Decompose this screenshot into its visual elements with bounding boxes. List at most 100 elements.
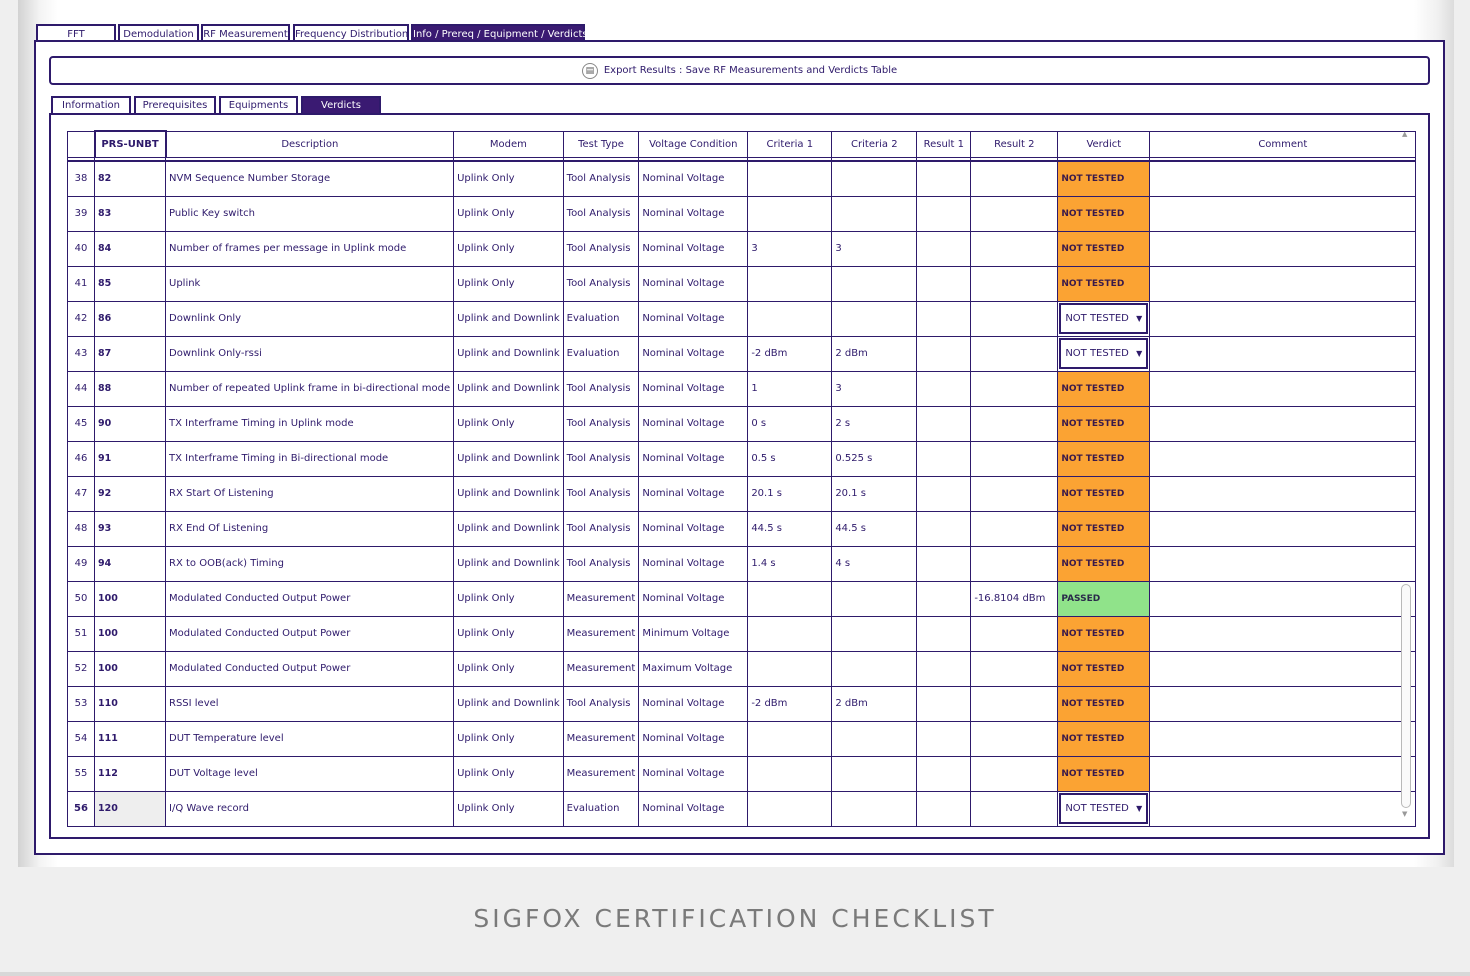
verdict-status-badge[interactable]: NOT TESTED [1057, 195, 1151, 232]
sub-tab-equipments[interactable]: Equipments [219, 96, 298, 113]
verdict-status-badge[interactable]: NOT TESTED [1057, 405, 1151, 442]
chevron-down-icon[interactable]: ▼ [1136, 314, 1142, 323]
column-header-voltage-condition[interactable]: Voltage Condition [638, 130, 749, 158]
scroll-down-arrow-icon[interactable]: ▼ [1402, 810, 1407, 818]
verdict-status-badge[interactable]: NOT TESTED [1057, 265, 1151, 302]
column-header-criteria-1[interactable]: Criteria 1 [747, 130, 833, 158]
table-row[interactable]: 49 94 RX to OOB(ack) Timing Uplink and Down… [67, 545, 1417, 582]
verdict-status-badge[interactable]: PASSED [1057, 580, 1151, 617]
scrollbar-thumb[interactable] [1401, 584, 1411, 808]
verdict-status-badge[interactable]: NOT TESTED [1057, 160, 1151, 197]
criteria-2-cell [831, 160, 918, 197]
chevron-down-icon[interactable]: ▼ [1136, 349, 1142, 358]
table-row[interactable]: 46 91 TX Interframe Timing in Bi-direction… [67, 440, 1417, 477]
comment-cell[interactable] [1149, 405, 1417, 442]
verdict-status-badge[interactable]: NOT TESTED [1057, 615, 1151, 652]
verdict-cell[interactable]: NOT TESTED ▼ [1057, 300, 1151, 337]
column-header-result-2[interactable]: Result 2 [970, 130, 1059, 158]
comment-cell[interactable] [1149, 720, 1417, 757]
column-header-result-1[interactable]: Result 1 [916, 130, 972, 158]
comment-cell[interactable] [1149, 475, 1417, 512]
table-row[interactable]: 52 100 Modulated Conducted Output Power Upl… [67, 650, 1417, 687]
comment-cell[interactable] [1149, 650, 1417, 687]
result-2-cell [970, 790, 1059, 827]
verdict-status-badge[interactable]: NOT TESTED [1057, 685, 1151, 722]
column-header-test-type[interactable]: Test Type [562, 130, 640, 158]
column-header-comment[interactable]: Comment [1149, 130, 1417, 158]
verdict-status-badge[interactable]: NOT TESTED [1057, 755, 1151, 792]
column-header-modem[interactable]: Modem [453, 130, 564, 158]
table-row[interactable]: 55 112 DUT Voltage level Uplink Only Measure… [67, 755, 1417, 792]
sub-tab-prerequisites[interactable]: Prerequisites [134, 96, 216, 113]
verdict-status-badge[interactable]: NOT TESTED [1057, 650, 1151, 687]
comment-cell[interactable] [1149, 510, 1417, 547]
row-index-cell: 42 [67, 300, 95, 337]
row-index-cell: 40 [67, 230, 95, 267]
column-header-prs-unbt[interactable]: PRS-UNBT [93, 130, 167, 158]
verdict-status-badge[interactable]: NOT TESTED [1057, 440, 1151, 477]
table-row[interactable]: 45 90 TX Interframe Timing in Uplink mode U… [67, 405, 1417, 442]
main-tab-fft[interactable]: FFT [36, 24, 116, 41]
verdict-status-badge[interactable]: NOT TESTED [1057, 510, 1151, 547]
comment-cell[interactable] [1149, 545, 1417, 582]
comment-cell[interactable] [1149, 580, 1417, 617]
table-row[interactable]: 42 86 Downlink Only Uplink and Downlink Eval… [67, 300, 1417, 337]
scroll-up-arrow-icon[interactable]: ▲ [1402, 130, 1407, 138]
table-row[interactable]: 50 100 Modulated Conducted Output Power Upl… [67, 580, 1417, 617]
verdict-status-badge[interactable]: NOT TESTED [1057, 720, 1151, 757]
modem-cell: Uplink and Downlink [453, 440, 564, 477]
table-row[interactable]: 40 84 Number of frames per message in Upli… [67, 230, 1417, 267]
verdict-status-badge[interactable]: NOT TESTED [1057, 230, 1151, 267]
table-row[interactable]: 51 100 Modulated Conducted Output Power Upl… [67, 615, 1417, 652]
comment-cell[interactable] [1149, 265, 1417, 302]
table-row[interactable]: 39 83 Public Key switch Uplink Only Tool Ana… [67, 195, 1417, 232]
comment-cell[interactable] [1149, 230, 1417, 267]
main-tab-demodulation[interactable]: Demodulation [118, 24, 199, 41]
column-header-description[interactable]: Description [164, 130, 455, 158]
table-scrollbar[interactable]: ▲ ▼ [1399, 130, 1413, 822]
comment-cell[interactable] [1149, 790, 1417, 827]
sub-tab-verdicts[interactable]: Verdicts [301, 96, 381, 113]
verdict-cell[interactable]: NOT TESTED ▼ [1057, 335, 1151, 372]
verdict-status-badge[interactable]: NOT TESTED [1057, 370, 1151, 407]
prs-unbt-cell: 88 [94, 370, 166, 407]
export-results-button[interactable]: ▤ Export Results : Save RF Measurements … [49, 56, 1430, 85]
table-row[interactable]: 43 87 Downlink Only-rssi Uplink and Downlin… [67, 335, 1417, 372]
column-header-row-index[interactable] [67, 130, 95, 158]
comment-cell[interactable] [1149, 300, 1417, 337]
table-row[interactable]: 41 85 Uplink Uplink Only Tool Analysis Nomina… [67, 265, 1417, 302]
table-row[interactable]: 44 88 Number of repeated Uplink frame in b… [67, 370, 1417, 407]
result-2-cell [970, 195, 1059, 232]
comment-cell[interactable] [1149, 685, 1417, 722]
main-tab-frequency-distribution[interactable]: Frequency Distribution [293, 24, 409, 41]
sub-tab-information[interactable]: Information [51, 96, 131, 113]
table-row[interactable]: 54 111 DUT Temperature level Uplink Only Mea… [67, 720, 1417, 757]
comment-cell[interactable] [1149, 440, 1417, 477]
description-cell: RSSI level [164, 685, 455, 722]
comment-cell[interactable] [1149, 370, 1417, 407]
table-row[interactable]: 38 82 NVM Sequence Number Storage Uplink On… [67, 160, 1417, 197]
comment-cell[interactable] [1149, 335, 1417, 372]
comment-cell[interactable] [1149, 615, 1417, 652]
table-row[interactable]: 47 92 RX Start Of Listening Uplink and Down… [67, 475, 1417, 512]
main-tab-info-prereq-equipment-verdicts[interactable]: Info / Prereq / Equipment / Verdicts [411, 24, 588, 41]
table-row[interactable]: 48 93 RX End Of Listening Uplink and Downli… [67, 510, 1417, 547]
verdict-cell[interactable]: NOT TESTED ▼ [1057, 790, 1151, 827]
verdict-select[interactable]: NOT TESTED ▼ [1059, 793, 1149, 824]
comment-cell[interactable] [1149, 160, 1417, 197]
main-tab-rf-measurement[interactable]: RF Measurement [201, 24, 290, 41]
comment-cell[interactable] [1149, 195, 1417, 232]
row-index-cell: 45 [67, 405, 95, 442]
criteria-1-cell [747, 265, 833, 302]
column-header-verdict[interactable]: Verdict [1057, 130, 1151, 158]
verdict-status-badge[interactable]: NOT TESTED [1057, 545, 1151, 582]
verdict-status-badge[interactable]: NOT TESTED [1057, 475, 1151, 512]
verdict-select[interactable]: NOT TESTED ▼ [1059, 303, 1149, 334]
comment-cell[interactable] [1149, 755, 1417, 792]
column-header-criteria-2[interactable]: Criteria 2 [831, 130, 918, 158]
verdict-select[interactable]: NOT TESTED ▼ [1059, 338, 1149, 369]
table-row[interactable]: 53 110 RSSI level Uplink and Downlink Tool A… [67, 685, 1417, 722]
prs-unbt-cell: 112 [94, 755, 166, 792]
chevron-down-icon[interactable]: ▼ [1136, 804, 1142, 813]
table-row[interactable]: 56 120 I/Q Wave record Uplink Only Evaluatio… [67, 790, 1417, 827]
